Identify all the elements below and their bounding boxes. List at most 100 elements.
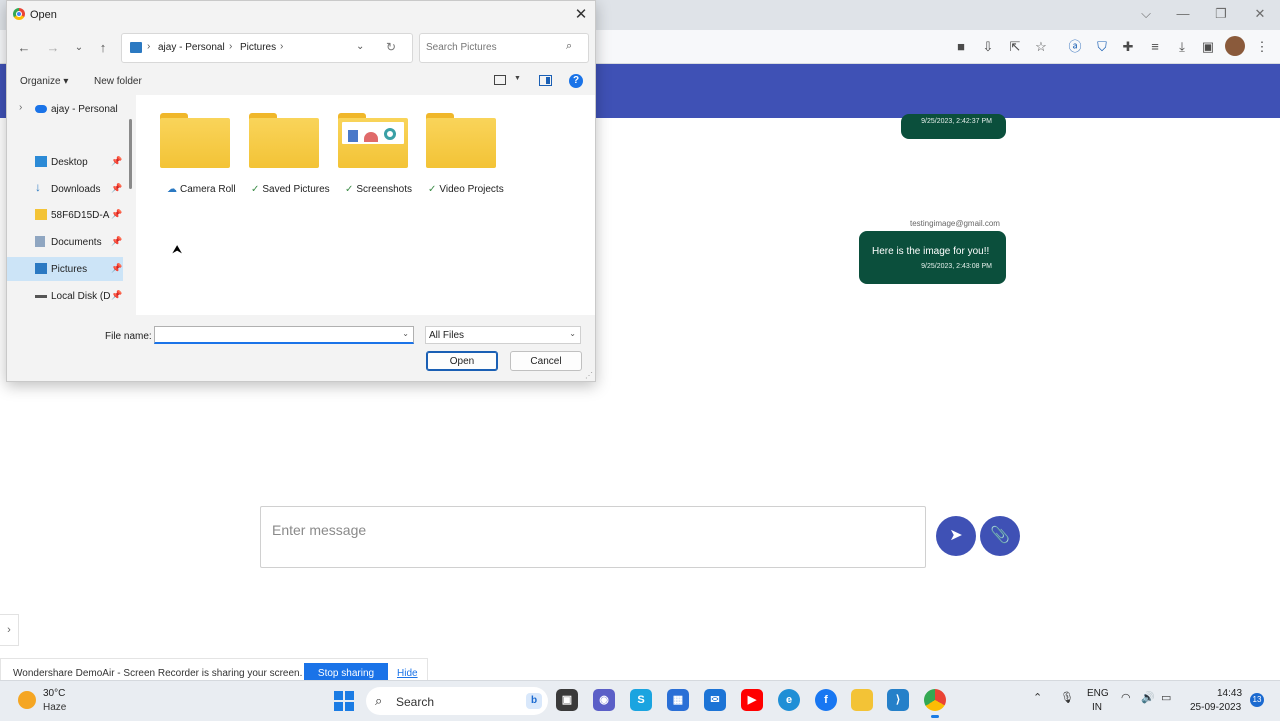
avatar[interactable] — [1225, 36, 1245, 56]
expand-sidebar-button[interactable]: › — [0, 614, 19, 646]
preview-pane-icon[interactable] — [539, 75, 552, 86]
up-arrow-icon[interactable]: ↑ — [93, 38, 113, 58]
weather-condition[interactable]: Haze — [43, 702, 66, 713]
share-icon[interactable]: ⇱ — [1005, 37, 1025, 57]
wifi-icon[interactable]: ◠ — [1121, 691, 1131, 704]
attach-button[interactable]: 📎 — [980, 516, 1020, 556]
message-sender: testingimage@gmail.com — [910, 219, 1000, 228]
file-type-select[interactable]: All Files ⌄ — [425, 326, 581, 344]
breadcrumb-pictures[interactable]: Pictures — [240, 42, 276, 53]
chrome-icon — [13, 8, 25, 20]
search-input[interactable]: Search Pictures ⌕ — [419, 33, 589, 63]
youtube-icon[interactable]: ▶ — [741, 689, 763, 711]
folder-saved-pictures-icon[interactable] — [249, 113, 319, 171]
new-folder-button[interactable]: New folder — [94, 76, 142, 87]
folder-label-camera-roll[interactable]: ☁ Camera Roll — [167, 184, 236, 195]
folder-camera-roll-icon[interactable] — [160, 113, 230, 171]
folder-screenshots-icon[interactable] — [338, 113, 408, 171]
nav-item-documents[interactable]: Documents 📌 — [7, 230, 123, 254]
task-view-icon[interactable]: ▣ — [556, 689, 578, 711]
battery-icon[interactable]: ▭ — [1161, 691, 1171, 704]
nav-item-downloads[interactable]: ↓ Downloads 📌 — [7, 177, 123, 201]
install-icon[interactable]: ⇩ — [978, 37, 998, 57]
taskbar-search[interactable]: ⌕ Search b — [366, 687, 548, 715]
pin-icon: 📌 — [111, 236, 123, 246]
minimize-button[interactable]: — — [1172, 5, 1194, 23]
folder-video-projects-icon[interactable] — [426, 113, 496, 171]
nav-item-local-disk[interactable]: Local Disk (D 📌 — [7, 284, 123, 308]
nav-item-folder[interactable]: 58F6D15D-A 📌 — [7, 203, 123, 227]
microphone-icon[interactable]: 🎙 — [1060, 691, 1074, 704]
chevron-down-icon[interactable]: ⌄ — [402, 329, 409, 338]
tab-search-icon[interactable]: ⌵ — [1135, 5, 1157, 23]
skype-icon[interactable]: S — [630, 689, 652, 711]
nav-item-pictures[interactable]: Pictures 📌 — [7, 257, 123, 281]
organize-button[interactable]: Organize ▾ — [20, 76, 68, 87]
file-explorer-icon[interactable] — [851, 689, 873, 711]
help-button[interactable]: ? — [569, 74, 583, 88]
extension-a-icon[interactable]: ⓐ — [1065, 37, 1085, 57]
volume-icon[interactable]: 🔊 — [1141, 691, 1155, 704]
folder-label-saved-pictures[interactable]: ✓ Saved Pictures — [251, 184, 330, 195]
notification-badge[interactable]: 13 — [1250, 693, 1264, 707]
stop-sharing-button[interactable]: Stop sharing — [304, 663, 388, 681]
clock-date[interactable]: 25-09-2023 — [1190, 702, 1241, 713]
folder-label-video-projects[interactable]: ✓ Video Projects — [428, 184, 504, 195]
cancel-button[interactable]: Cancel — [510, 351, 582, 371]
dialog-nav-row: ← → ⌄ ↑ › ajay - Personal › Pictures › ⌄… — [7, 33, 595, 63]
weather-icon[interactable] — [18, 691, 36, 709]
send-button[interactable]: ➤ — [936, 516, 976, 556]
reading-list-icon[interactable]: ≡ — [1145, 37, 1165, 57]
chevron-down-icon[interactable]: ⌄ — [356, 41, 364, 52]
region-indicator[interactable]: IN — [1092, 702, 1102, 713]
show-hidden-icons-icon[interactable]: ⌃ — [1033, 691, 1042, 704]
folder-icon — [35, 209, 47, 220]
address-bar[interactable]: › ajay - Personal › Pictures › ⌄ ↻ — [121, 33, 413, 63]
teams-chat-icon[interactable]: ◉ — [593, 689, 615, 711]
nav-item-personal[interactable]: › ajay - Personal — [7, 97, 123, 121]
view-chevron-icon[interactable]: ▼ — [514, 75, 521, 82]
puzzle-icon[interactable]: ✚ — [1118, 37, 1138, 57]
hide-link[interactable]: Hide — [397, 668, 418, 679]
store-icon[interactable]: ▦ — [667, 689, 689, 711]
language-indicator[interactable]: ENG — [1087, 688, 1109, 699]
synced-status-icon: ✓ — [345, 184, 354, 195]
desktop-icon — [35, 156, 47, 167]
resize-grip-icon[interactable]: ⋰ — [585, 371, 593, 380]
maximize-button[interactable]: ❐ — [1210, 5, 1232, 23]
video-icon[interactable]: ■ — [951, 37, 971, 57]
vscode-icon[interactable]: ⟩ — [887, 689, 909, 711]
folder-label-screenshots[interactable]: ✓ Screenshots — [345, 184, 412, 195]
breadcrumb-personal[interactable]: ajay - Personal — [158, 42, 225, 53]
chrome-taskbar-icon[interactable] — [924, 689, 946, 718]
download-icon[interactable]: ⤓ — [1172, 37, 1192, 57]
bing-icon[interactable]: b — [526, 693, 542, 709]
navigation-scrollbar[interactable] — [129, 119, 132, 189]
open-button[interactable]: Open — [426, 351, 498, 371]
message-input[interactable]: Enter message — [260, 506, 926, 568]
forward-arrow-icon[interactable]: → — [43, 38, 63, 58]
facebook-icon[interactable]: f — [815, 689, 837, 711]
recent-chevron-icon[interactable]: ⌄ — [69, 38, 89, 58]
expand-chevron-icon[interactable]: › — [19, 102, 22, 113]
close-window-button[interactable]: ✕ — [1249, 5, 1271, 23]
weather-temperature[interactable]: 30°C — [43, 688, 65, 699]
message-timestamp: 9/25/2023, 2:42:37 PM — [921, 118, 992, 125]
nav-item-label: Documents — [51, 237, 102, 248]
start-button[interactable] — [334, 691, 354, 711]
menu-icon[interactable]: ⋮ — [1252, 37, 1272, 57]
side-panel-icon[interactable]: ▣ — [1198, 37, 1218, 57]
shield-icon[interactable]: ⛉ — [1092, 37, 1112, 57]
file-name-input[interactable]: ⌄ — [154, 326, 414, 344]
mail-icon[interactable]: ✉ — [704, 689, 726, 711]
back-arrow-icon[interactable]: ← — [14, 38, 34, 58]
clock-time[interactable]: 14:43 — [1217, 688, 1242, 699]
star-icon[interactable]: ☆ — [1031, 37, 1051, 57]
breadcrumb-separator: › — [280, 41, 284, 52]
edge-icon[interactable]: e — [778, 689, 800, 711]
cloud-status-icon: ☁ — [167, 184, 177, 195]
refresh-icon[interactable]: ↻ — [386, 40, 396, 54]
close-dialog-button[interactable]: ✕ — [571, 5, 591, 25]
view-icon[interactable] — [494, 75, 506, 85]
nav-item-desktop[interactable]: Desktop 📌 — [7, 150, 123, 174]
